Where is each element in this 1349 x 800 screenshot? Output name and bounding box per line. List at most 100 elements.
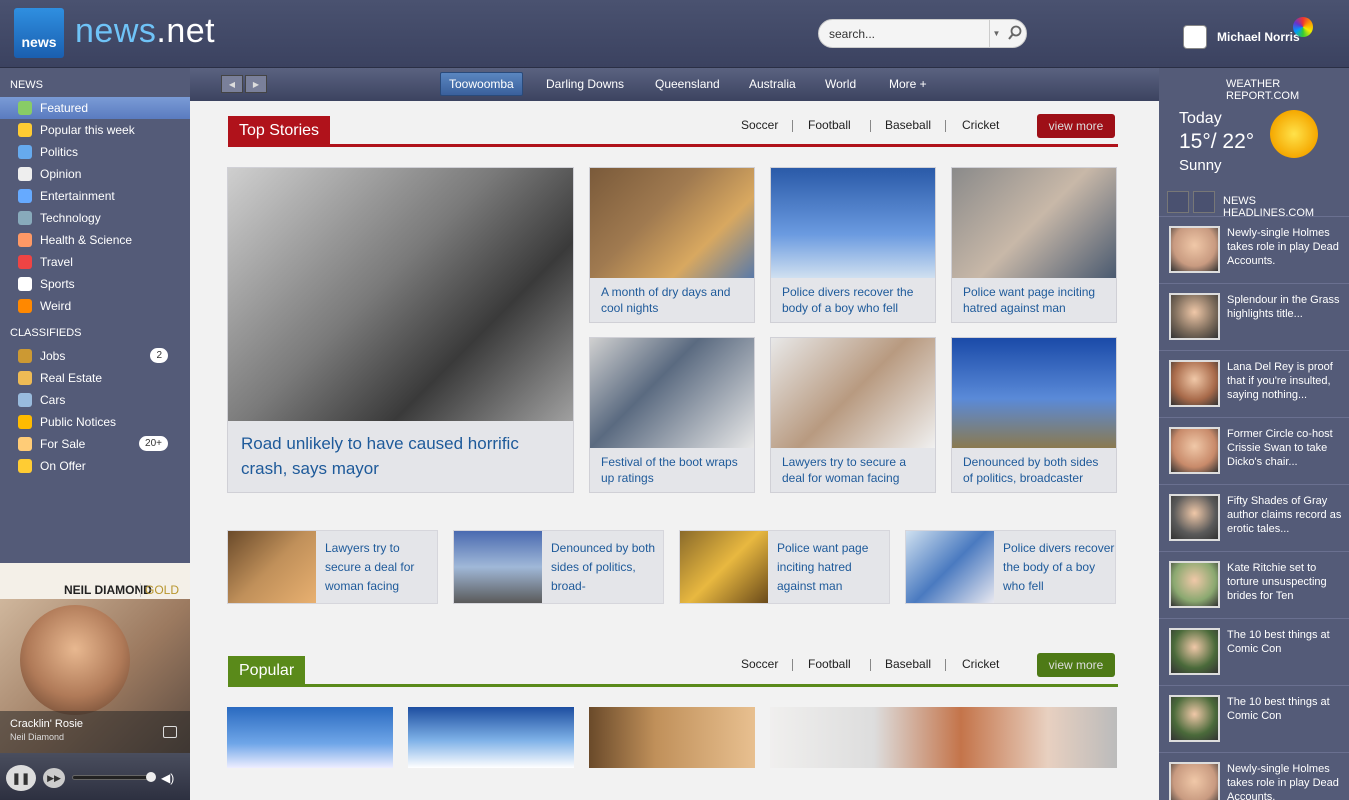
sidebar-item-technology[interactable]: Technology xyxy=(0,207,190,229)
story-card[interactable]: Police divers recover the body of a boy … xyxy=(770,167,936,323)
popular-category-cricket[interactable]: Cricket xyxy=(962,657,999,671)
search-input[interactable] xyxy=(829,26,989,42)
strip-story-card[interactable]: Lawyers try to secure a deal for woman f… xyxy=(227,530,438,604)
sidebar-item-real-estate[interactable]: Real Estate xyxy=(0,367,190,389)
share-icon[interactable] xyxy=(163,726,177,738)
popular-view-more-button[interactable]: view more xyxy=(1037,653,1115,677)
sidebar-item-cars[interactable]: Cars xyxy=(0,389,190,411)
headline-item[interactable]: Lana Del Rey is proof that if you're ins… xyxy=(1159,350,1349,417)
strip-story-card[interactable]: Police divers recover the body of a boy … xyxy=(905,530,1116,604)
strip-story-card[interactable]: Denounced by both sides of politics, bro… xyxy=(453,530,664,604)
popular-image-4[interactable] xyxy=(770,707,1117,768)
top_stories-category-baseball[interactable]: Baseball xyxy=(885,118,931,132)
weather-title[interactable]: WEATHER REPORT.COM xyxy=(1226,78,1349,102)
sun-icon xyxy=(1270,110,1318,158)
color-wheel-icon[interactable] xyxy=(1293,17,1313,37)
user-avatar[interactable] xyxy=(1183,25,1207,49)
top_stories-category-cricket[interactable]: Cricket xyxy=(962,118,999,132)
story-card[interactable]: Festival of the boot wraps up ratings xyxy=(589,337,755,493)
headline-text[interactable]: Lana Del Rey is proof that if you're ins… xyxy=(1227,360,1345,402)
search-icon[interactable] xyxy=(1007,25,1023,41)
site-logo[interactable]: news.net xyxy=(75,12,215,51)
feature-story-card[interactable]: Road unlikely to have caused horrific cr… xyxy=(227,167,574,493)
sidebar-item-popular-this-week[interactable]: Popular this week xyxy=(0,119,190,141)
popular-image-1[interactable] xyxy=(227,707,393,768)
sidebar-item-travel[interactable]: Travel xyxy=(0,251,190,273)
headline-text[interactable]: Splendour in the Grass highlights title.… xyxy=(1227,293,1345,321)
strip-story-card[interactable]: Police want page inciting hatred against… xyxy=(679,530,890,604)
headline-thumbnail xyxy=(1169,360,1220,407)
strip-story-caption[interactable]: Police want page inciting hatred against… xyxy=(777,539,889,596)
tab-australia[interactable]: Australia xyxy=(741,72,804,96)
story-caption[interactable]: Denounced by both sides of politics, bro… xyxy=(963,454,1111,486)
story-caption[interactable]: Festival of the boot wraps up ratings xyxy=(601,454,749,486)
sidebar-item-label: Opinion xyxy=(40,167,82,181)
user-name[interactable]: Michael Norris xyxy=(1217,30,1300,44)
headline-item[interactable]: Newly-single Holmes takes role in play D… xyxy=(1159,752,1349,800)
headline-item[interactable]: Fifty Shades of Gray author claims recor… xyxy=(1159,484,1349,551)
popular-image-2[interactable] xyxy=(408,707,574,768)
popular-category-soccer[interactable]: Soccer xyxy=(741,657,778,671)
tab-queensland[interactable]: Queensland xyxy=(647,72,728,96)
top_stories-category-soccer[interactable]: Soccer xyxy=(741,118,778,132)
sidebar-item-jobs[interactable]: Jobs 2 xyxy=(0,345,190,367)
story-caption[interactable]: A month of dry days and cool nights xyxy=(601,284,749,316)
story-caption[interactable]: Police want page inciting hatred against… xyxy=(963,284,1111,316)
story-caption[interactable]: Lawyers try to secure a deal for woman f… xyxy=(782,454,930,486)
sidebar-item-on-offer[interactable]: On Offer xyxy=(0,455,190,477)
story-caption[interactable]: Police divers recover the body of a boy … xyxy=(782,284,930,316)
popular-image-3[interactable] xyxy=(589,707,755,768)
sidebar-item-sports[interactable]: Sports xyxy=(0,273,190,295)
headline-item[interactable]: Former Circle co-host Crissie Swan to ta… xyxy=(1159,417,1349,484)
top_stories-category-football[interactable]: Football xyxy=(808,118,851,132)
story-card[interactable]: Lawyers try to secure a deal for woman f… xyxy=(770,337,936,493)
popular-category-football[interactable]: Football xyxy=(808,657,851,671)
strip-story-caption[interactable]: Lawyers try to secure a deal for woman f… xyxy=(325,539,437,596)
search-dropdown-icon[interactable]: ▼ xyxy=(989,20,1003,47)
popular-category-baseball[interactable]: Baseball xyxy=(885,657,931,671)
headline-text[interactable]: The 10 best things at Comic Con xyxy=(1227,628,1345,656)
logo-icon[interactable]: news xyxy=(14,8,64,58)
headline-text[interactable]: Former Circle co-host Crissie Swan to ta… xyxy=(1227,427,1345,469)
sidebar-item-politics[interactable]: Politics xyxy=(0,141,190,163)
headline-thumbnail xyxy=(1169,293,1220,340)
sidebar-item-weird[interactable]: Weird xyxy=(0,295,190,317)
sidebar-item-entertainment[interactable]: Entertainment xyxy=(0,185,190,207)
feature-story-caption[interactable]: Road unlikely to have caused horrific cr… xyxy=(241,431,561,481)
next-track-button[interactable]: ▶▶ xyxy=(43,768,65,788)
headline-item[interactable]: Newly-single Holmes takes role in play D… xyxy=(1159,216,1349,283)
strip-story-caption[interactable]: Police divers recover the body of a boy … xyxy=(1003,539,1115,596)
headline-item[interactable]: The 10 best things at Comic Con xyxy=(1159,685,1349,752)
strip-story-caption[interactable]: Denounced by both sides of politics, bro… xyxy=(551,539,663,596)
tab-toowoomba[interactable]: Toowoomba xyxy=(440,72,523,96)
list-view-icon[interactable] xyxy=(1193,191,1215,213)
tab-darling-downs[interactable]: Darling Downs xyxy=(538,72,632,96)
headline-text[interactable]: Newly-single Holmes takes role in play D… xyxy=(1227,762,1345,800)
pause-button[interactable]: ❚❚ xyxy=(6,765,36,791)
nav-prev-button[interactable]: ◀ xyxy=(221,75,243,93)
top-stories-view-more-button[interactable]: view more xyxy=(1037,114,1115,138)
headline-item[interactable]: Splendour in the Grass highlights title.… xyxy=(1159,283,1349,350)
headline-text[interactable]: Fifty Shades of Gray author claims recor… xyxy=(1227,494,1345,536)
sidebar-item-for-sale[interactable]: For Sale 20+ xyxy=(0,433,190,455)
sidebar-item-featured[interactable]: Featured xyxy=(0,97,190,119)
headline-item[interactable]: The 10 best things at Comic Con xyxy=(1159,618,1349,685)
story-card[interactable]: Police want page inciting hatred against… xyxy=(951,167,1117,323)
story-card[interactable]: Denounced by both sides of politics, bro… xyxy=(951,337,1117,493)
nav-next-button[interactable]: ▶ xyxy=(245,75,267,93)
sidebar-item-health-science[interactable]: Health & Science xyxy=(0,229,190,251)
tab-world[interactable]: World xyxy=(817,72,864,96)
headline-item[interactable]: Kate Ritchie set to torture unsuspecting… xyxy=(1159,551,1349,618)
headline-text[interactable]: Newly-single Holmes takes role in play D… xyxy=(1227,226,1345,268)
headline-text[interactable]: Kate Ritchie set to torture unsuspecting… xyxy=(1227,561,1345,603)
story-card[interactable]: A month of dry days and cool nights xyxy=(589,167,755,323)
headline-text[interactable]: The 10 best things at Comic Con xyxy=(1227,695,1345,723)
tab-more[interactable]: More + xyxy=(881,72,935,96)
sidebar-item-public-notices[interactable]: Public Notices xyxy=(0,411,190,433)
volume-knob[interactable] xyxy=(146,772,156,782)
sidebar-item-label: Technology xyxy=(40,211,101,225)
sidebar-item-opinion[interactable]: Opinion xyxy=(0,163,190,185)
speaker-icon[interactable]: ◀) xyxy=(161,771,174,785)
volume-slider[interactable] xyxy=(72,775,154,780)
grid-view-icon[interactable] xyxy=(1167,191,1189,213)
